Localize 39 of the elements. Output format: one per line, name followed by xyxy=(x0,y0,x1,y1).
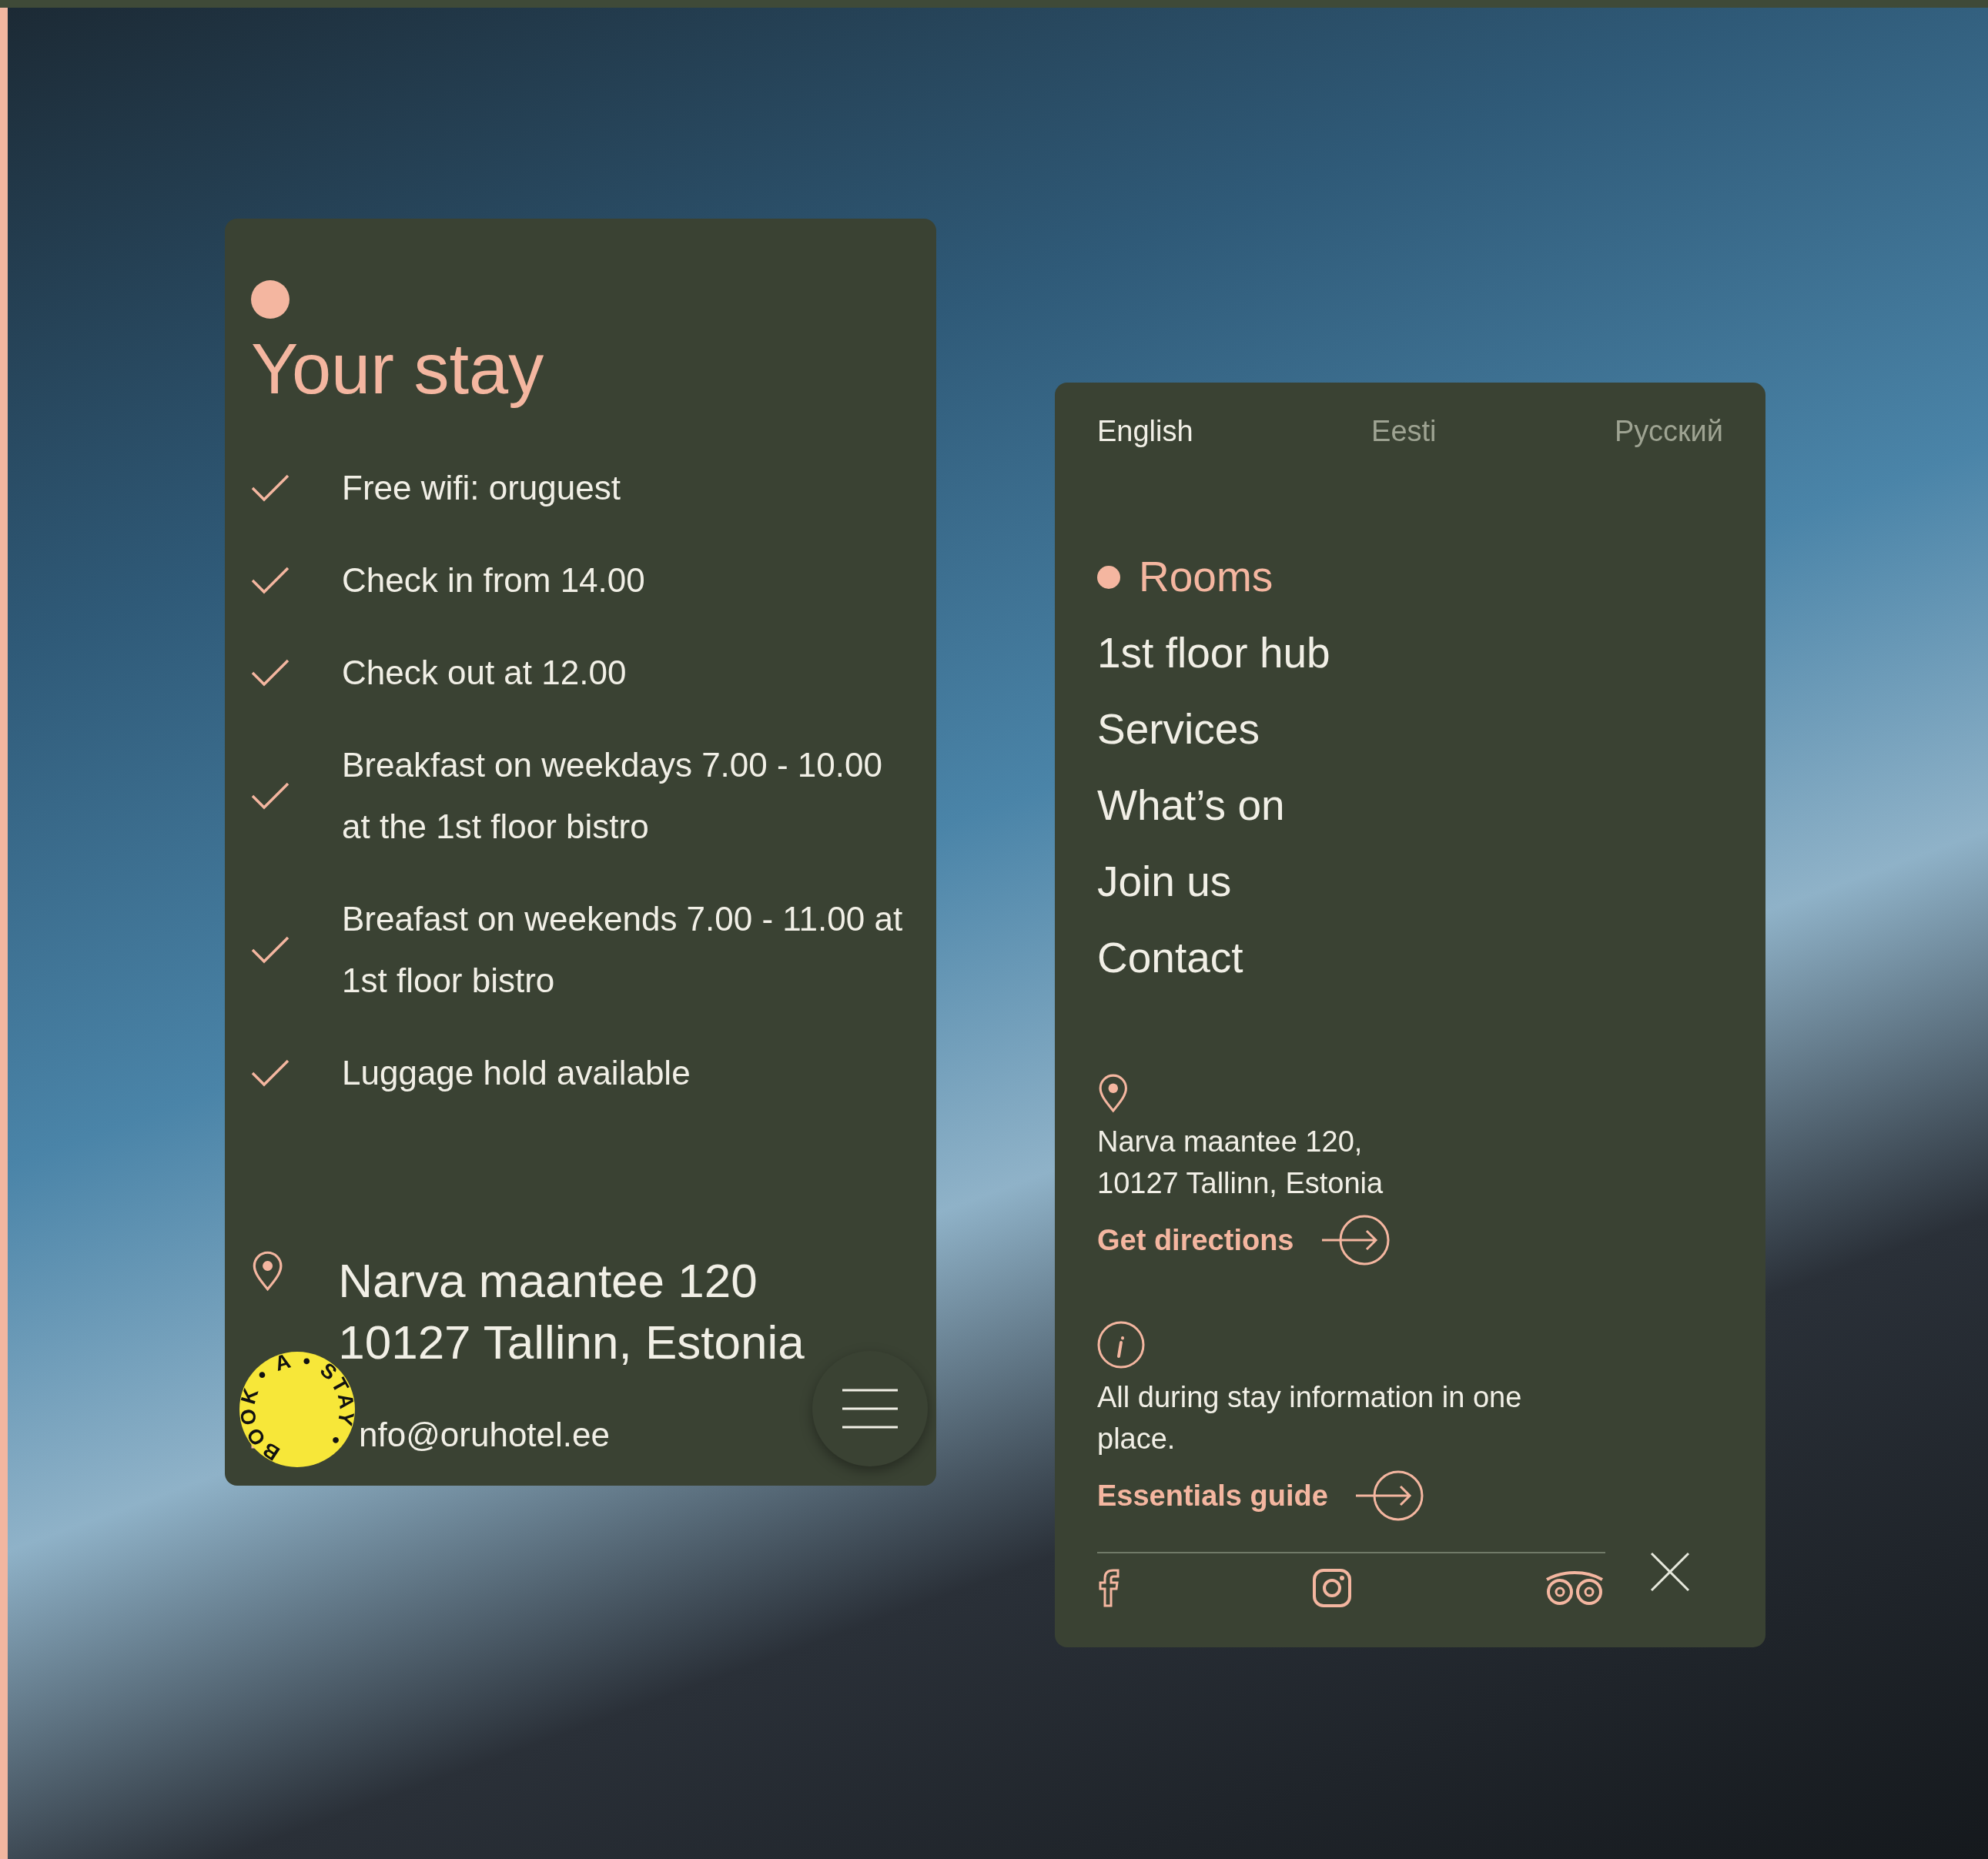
language-tab[interactable]: Русский xyxy=(1615,412,1723,450)
language-tab[interactable]: English xyxy=(1097,412,1193,450)
nav-link[interactable]: Rooms xyxy=(1097,539,1273,615)
arrow-circle-icon xyxy=(1354,1470,1425,1521)
list-item-text: Luggage hold available xyxy=(342,1053,691,1093)
check-icon xyxy=(251,936,289,964)
dot-icon xyxy=(251,280,289,319)
check-icon xyxy=(251,474,289,502)
facebook-icon[interactable] xyxy=(1097,1569,1120,1607)
address-line: Narva maantee 120 xyxy=(338,1253,758,1309)
active-dot-icon xyxy=(1097,565,1120,589)
check-icon xyxy=(251,1059,289,1087)
address-text: Narva maantee 120, 10127 Tallinn, Estonia xyxy=(1097,1125,1384,1201)
info-icon xyxy=(1097,1321,1145,1369)
essentials-guide-link[interactable]: Essentials guide xyxy=(1097,1470,1425,1521)
card-title: Your stay xyxy=(251,329,545,410)
list-item-text: Breafast on weekends 7.00 - 11.00 at 1st floor bistro xyxy=(342,899,904,1001)
arrow-circle-icon xyxy=(1320,1215,1391,1266)
check-icon xyxy=(251,567,289,594)
list-item-text: Check in from 14.00 xyxy=(342,560,646,600)
menu-icon xyxy=(842,1389,898,1429)
pin-icon xyxy=(1097,1073,1130,1113)
list-item-text: Free wifi: oruguest xyxy=(342,468,621,508)
language-tab[interactable]: Eesti xyxy=(1371,412,1437,450)
nav-link[interactable]: 1st floor hub xyxy=(1097,615,1330,691)
nav-link[interactable]: Services xyxy=(1097,691,1260,767)
check-icon xyxy=(251,782,289,810)
nav-link[interactable]: Join us xyxy=(1097,844,1232,920)
list-item-text: Breakfast on weekdays 7.00 - 10.00 at the 1st floor bistro xyxy=(342,745,883,847)
nav-link[interactable]: What’s on xyxy=(1097,767,1285,844)
email-text: nfo@oruhotel.ee xyxy=(359,1416,610,1454)
info-text: All during stay information in one place. xyxy=(1097,1380,1523,1456)
check-icon xyxy=(251,659,289,687)
owl-icon[interactable] xyxy=(1544,1570,1605,1606)
instagram-icon[interactable] xyxy=(1313,1569,1351,1607)
close-icon xyxy=(1650,1552,1690,1592)
nav-link[interactable]: Contact xyxy=(1097,920,1243,996)
get-directions-link[interactable]: Get directions xyxy=(1097,1215,1391,1266)
list-item-text: Check out at 12.00 xyxy=(342,653,628,693)
